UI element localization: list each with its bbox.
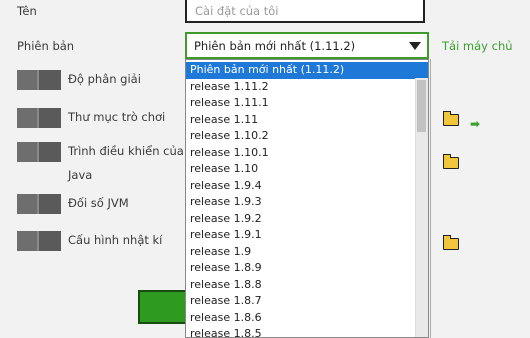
folder-icon[interactable] [442,235,459,250]
log-config-toggle[interactable] [17,231,61,251]
java-exec-toggle[interactable] [17,142,61,162]
version-options: Phiên bản mới nhất (1.11.2) release 1.11.… [186,60,428,337]
version-option[interactable]: release 1.8.8 [186,277,428,294]
folder-icon[interactable] [442,154,459,169]
name-input[interactable]: Cài đặt của tôi [185,0,425,23]
version-option[interactable]: release 1.10 [186,161,428,178]
option-label-game-dir: Thư mục trò chơi [68,110,166,124]
version-select-value: Phiên bản mới nhất (1.11.2) [194,39,356,53]
option-label-jvm-args: Đối số JVM [68,196,129,210]
version-option[interactable]: release 1.9.1 [186,227,428,244]
option-label-log-config: Cấu hình nhật kí [68,233,163,247]
version-select[interactable]: Phiên bản mới nhất (1.11.2) [185,32,429,59]
option-label-resolution: Độ phân giải [68,72,141,86]
version-option[interactable]: release 1.9 [186,244,428,261]
version-option[interactable]: release 1.10.2 [186,128,428,145]
version-option[interactable]: release 1.10.1 [186,145,428,162]
version-option[interactable]: release 1.9.2 [186,211,428,228]
scrollbar-thumb[interactable] [417,80,426,132]
version-option[interactable]: release 1.9.4 [186,178,428,195]
save-button[interactable] [138,290,188,324]
version-option[interactable]: release 1.8.7 [186,293,428,310]
resolution-toggle[interactable] [17,70,61,90]
option-label-java-exec: Trình điều khiển của [68,144,184,158]
version-dropdown-list[interactable]: Phiên bản mới nhất (1.11.2) release 1.11.… [185,59,429,338]
divider [430,59,431,338]
option-label-java-exec-line2: Java [68,168,93,182]
toggle-knob [17,231,39,251]
version-option[interactable]: release 1.11 [186,112,428,129]
version-option[interactable]: Phiên bản mới nhất (1.11.2) [186,62,428,79]
toggle-knob [17,142,39,162]
toggle-knob [17,194,39,214]
arrow-right-icon[interactable]: ➡ [470,117,480,131]
chevron-down-icon[interactable] [409,42,421,50]
game-dir-toggle[interactable] [17,108,61,128]
dropdown-scrollbar[interactable] [415,78,428,337]
download-server-link[interactable]: Tải máy chủ [442,39,513,53]
version-label: Phiên bản [17,39,75,53]
version-option[interactable]: release 1.8.5 [186,326,428,337]
version-option[interactable]: release 1.11.2 [186,79,428,96]
version-option[interactable]: release 1.11.1 [186,95,428,112]
version-option[interactable]: release 1.9.3 [186,194,428,211]
version-option[interactable]: release 1.8.6 [186,310,428,327]
toggle-knob [17,108,39,128]
folder-icon[interactable] [442,111,459,126]
name-label: Tên [17,4,37,18]
jvm-args-toggle[interactable] [17,194,61,214]
version-option[interactable]: release 1.8.9 [186,260,428,277]
toggle-knob [17,70,39,90]
